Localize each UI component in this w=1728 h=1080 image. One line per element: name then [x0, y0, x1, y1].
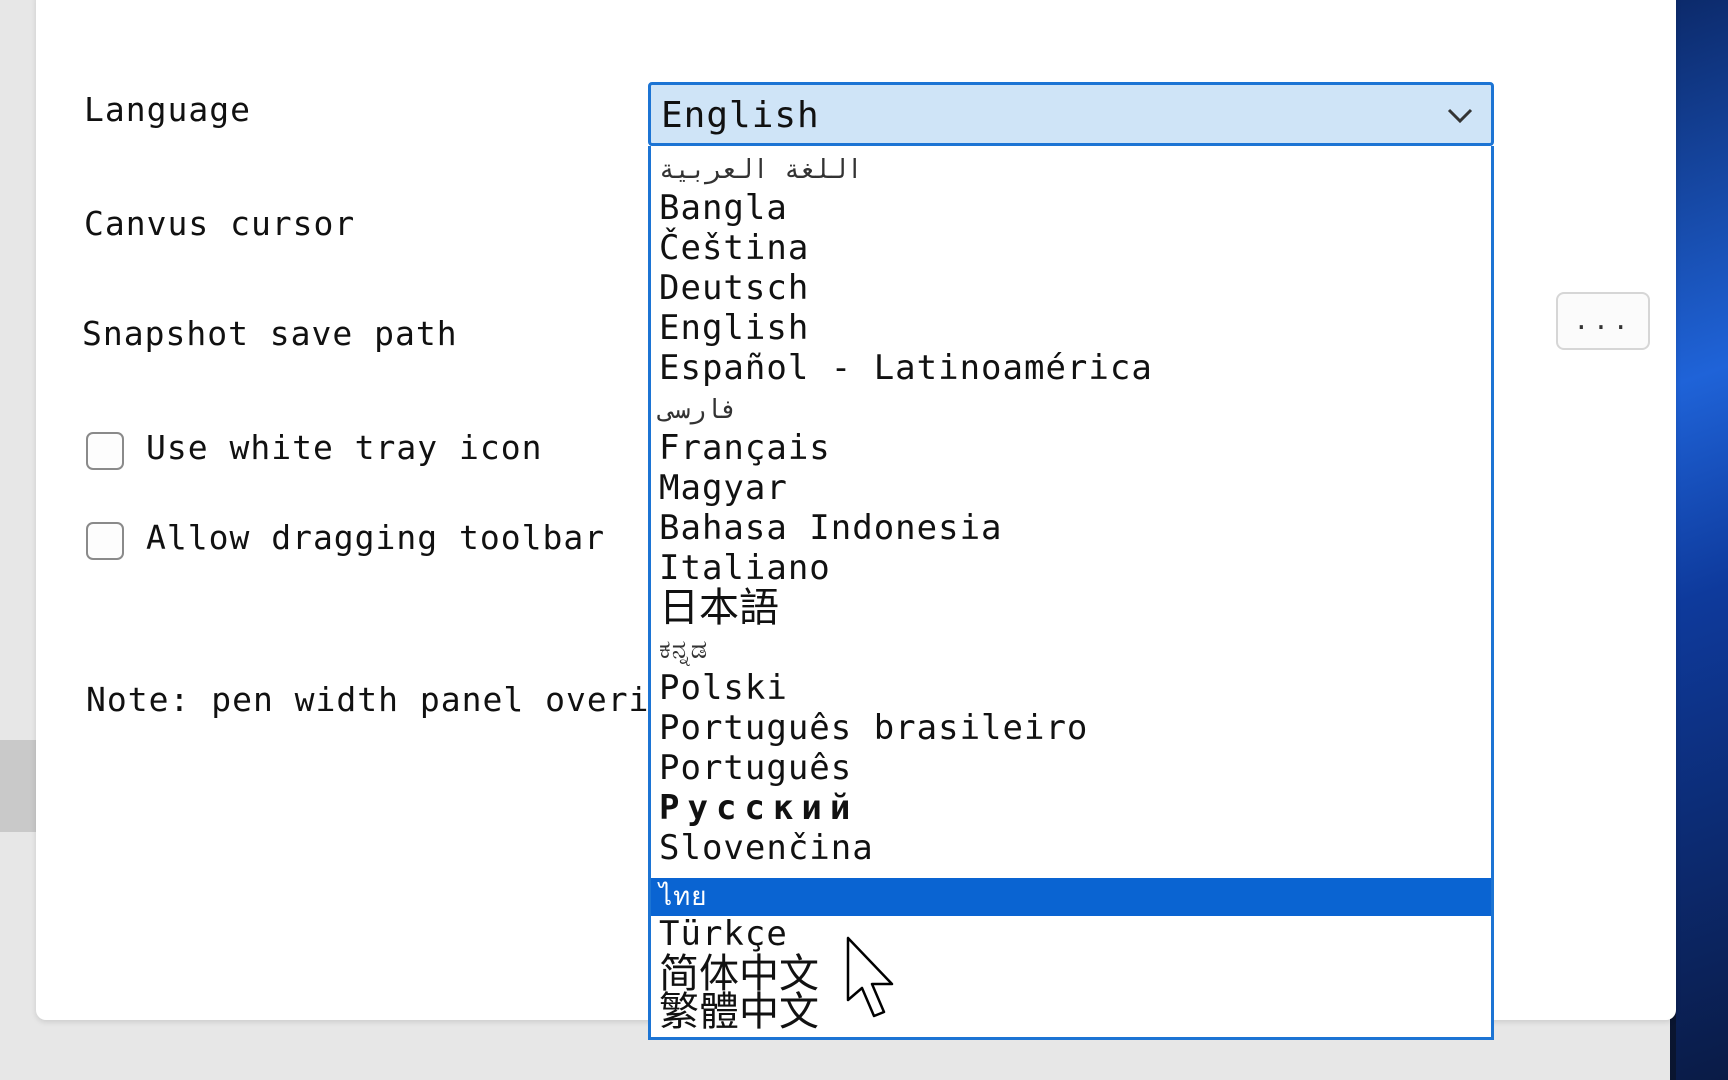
language-option-italian[interactable]: Italiano: [651, 548, 1491, 588]
language-option-portuguese-br[interactable]: Português brasileiro: [651, 708, 1491, 748]
language-option-slovak[interactable]: Slovenčina: [651, 828, 1491, 868]
language-option-czech[interactable]: Čeština: [651, 228, 1491, 268]
language-option-persian[interactable]: فارسی: [651, 390, 1491, 430]
note-text: Note: pen width panel overid: [86, 680, 671, 719]
language-option-hungarian[interactable]: Magyar: [651, 468, 1491, 508]
language-option-kannada[interactable]: ಕನ್ನಡ: [651, 630, 1491, 670]
snapshot-path-label: Snapshot save path: [82, 314, 458, 353]
language-option-indonesian[interactable]: Bahasa Indonesia: [651, 508, 1491, 548]
language-select-value: English: [661, 95, 820, 136]
language-option-turkish[interactable]: Türkçe: [651, 914, 1491, 954]
language-option-japanese[interactable]: 日本語: [651, 588, 1491, 628]
canvas-cursor-label: Canvus cursor: [84, 204, 356, 243]
background-window-edge: [0, 740, 36, 832]
allow-drag-label: Allow dragging toolbar: [146, 518, 606, 557]
language-option-traditional-chinese[interactable]: 繁體中文: [651, 992, 1491, 1032]
language-option-spanish-latam[interactable]: Español - Latinoamérica: [651, 348, 1491, 388]
language-option-russian[interactable]: Русский: [651, 788, 1491, 828]
language-dropdown-list: اللغة العربية Bangla Čeština Deutsch Eng…: [648, 146, 1494, 1040]
language-option-french[interactable]: Français: [651, 428, 1491, 468]
language-option-simplified-chinese[interactable]: 简体中文: [651, 954, 1491, 994]
browse-button[interactable]: ...: [1556, 292, 1650, 350]
language-select[interactable]: English: [648, 82, 1494, 146]
mouse-pointer-icon: [846, 936, 894, 1018]
language-label: Language: [84, 90, 251, 129]
language-option-arabic[interactable]: اللغة العربية: [651, 150, 1491, 190]
language-option-english[interactable]: English: [651, 308, 1491, 348]
chevron-down-icon: [1447, 108, 1473, 124]
allow-drag-checkbox[interactable]: [86, 522, 124, 560]
language-option-polish[interactable]: Polski: [651, 668, 1491, 708]
white-tray-checkbox[interactable]: [86, 432, 124, 470]
wallpaper-strip: [1676, 0, 1728, 1080]
language-option-bangla[interactable]: Bangla: [651, 188, 1491, 228]
white-tray-label: Use white tray icon: [146, 428, 543, 467]
language-option-german[interactable]: Deutsch: [651, 268, 1491, 308]
language-option-portuguese[interactable]: Português: [651, 748, 1491, 788]
language-option-thai[interactable]: ไทย: [651, 878, 1491, 916]
